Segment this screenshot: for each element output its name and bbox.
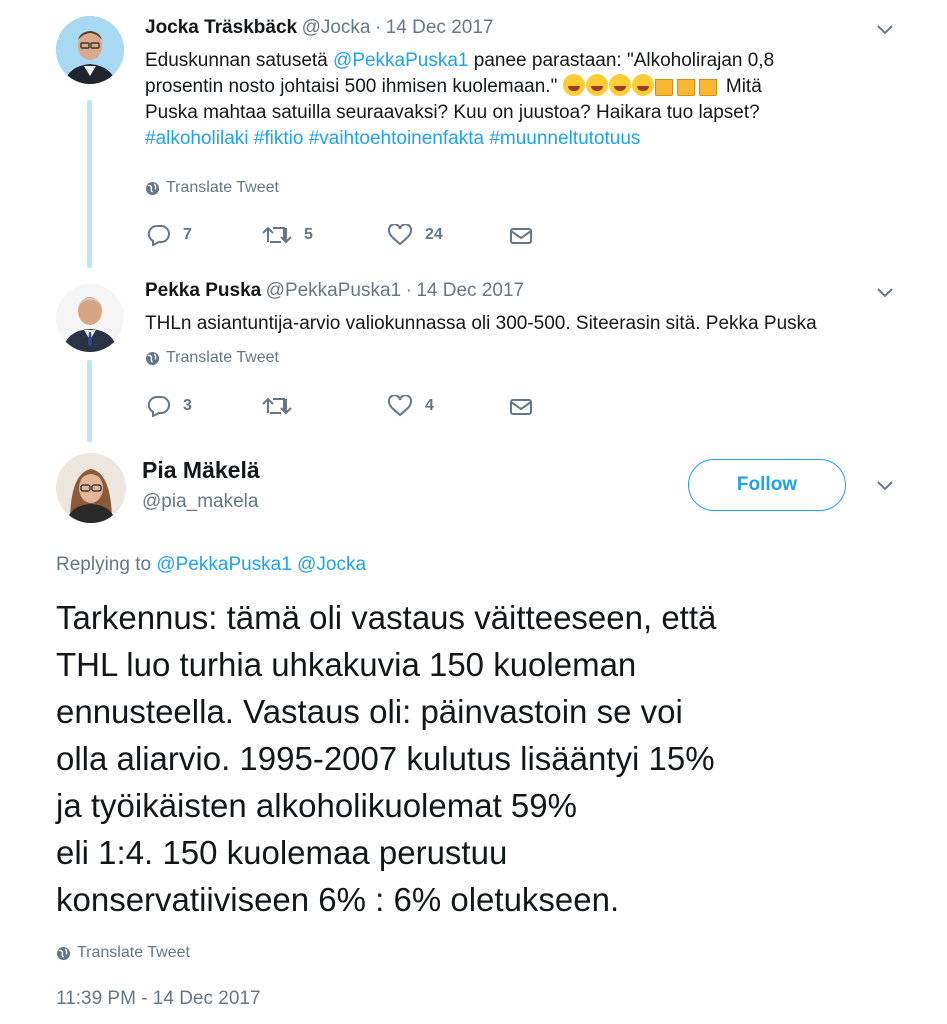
reply-count: 7: [183, 226, 192, 243]
reply-icon: [147, 395, 170, 417]
follow-button[interactable]: Follow: [688, 459, 846, 511]
avatar-jocka[interactable]: [56, 16, 124, 84]
reply-count: 3: [183, 397, 192, 414]
translate-tweet-link[interactable]: Translate Tweet: [145, 349, 279, 367]
author-name[interactable]: Pekka Puska: [145, 280, 261, 301]
main-author-handle[interactable]: @pia_makela: [142, 491, 258, 513]
replying-to-link[interactable]: @PekkaPuska1: [156, 554, 291, 575]
main-author-name[interactable]: Pia Mäkelä: [142, 457, 260, 484]
replying-to-label: Replying to: [56, 554, 152, 575]
replying-to: Replying to @PekkaPuska1 @Jocka: [56, 554, 366, 576]
globe-icon: [56, 946, 71, 960]
replying-to-link[interactable]: @Jocka: [297, 554, 366, 575]
author-handle[interactable]: @PekkaPuska1: [266, 280, 401, 301]
retweet-icon: [262, 397, 292, 415]
beer-emoji-icon: [654, 74, 721, 97]
translate-label: Translate Tweet: [166, 349, 279, 366]
envelope-icon[interactable]: [509, 226, 533, 246]
hashtag-links[interactable]: #alkoholilaki #fiktio #vaihtoehtoinenfak…: [145, 126, 905, 152]
reply-icon: [147, 224, 170, 246]
translate-label: Translate Tweet: [166, 179, 279, 196]
tweet-text-part: Puska mahtaa satuilla seuraavaksi? Kuu o…: [145, 102, 760, 123]
globe-icon: [145, 181, 160, 195]
thread-line-2: [87, 360, 92, 442]
envelope-icon[interactable]: [509, 397, 533, 417]
tweet-text-part: panee parastaan: "Alkoholirajan 0,8: [468, 50, 775, 71]
retweet-button[interactable]: [262, 395, 304, 417]
tweet-date[interactable]: 14 Dec 2017: [416, 280, 524, 301]
reply-button[interactable]: 7: [147, 224, 192, 246]
main-text-line: olla aliarvio. 1995-2007 kulutus lisäänt…: [56, 740, 715, 777]
main-text-line: eli 1:4. 150 kuolemaa perustuu: [56, 834, 508, 871]
heart-icon: [387, 224, 413, 246]
retweet-icon: [262, 226, 292, 244]
retweet-button[interactable]: 5: [262, 224, 313, 246]
main-text-line: Tarkennus: tämä oli vastaus väitteeseen,…: [56, 599, 717, 636]
translate-label: Translate Tweet: [77, 944, 190, 961]
main-tweet-text: Tarkennus: tämä oli vastaus väitteeseen,…: [56, 594, 936, 923]
chevron-down-icon[interactable]: [876, 480, 894, 492]
date-separator: ·: [374, 17, 382, 38]
reply-button[interactable]: 3: [147, 395, 192, 417]
avatar-pia[interactable]: [56, 453, 126, 523]
author-name[interactable]: Jocka Träskbäck: [145, 17, 297, 38]
retweet-count: 5: [304, 226, 313, 243]
chevron-down-icon[interactable]: [876, 287, 894, 299]
globe-icon: [145, 351, 160, 365]
thread-line-1: [87, 100, 92, 268]
avatar-pekka[interactable]: [56, 284, 124, 352]
like-button[interactable]: 4: [387, 395, 434, 417]
like-button[interactable]: 24: [387, 224, 443, 246]
tweet-text-part: Eduskunnan satusetä: [145, 50, 334, 71]
author-handle[interactable]: @Jocka: [302, 17, 371, 38]
heart-icon: [387, 395, 413, 417]
tweet-text: Eduskunnan satusetä @PekkaPuska1 panee p…: [145, 48, 905, 152]
laughing-emoji-icon: [562, 74, 655, 97]
chevron-down-icon[interactable]: [876, 24, 894, 36]
date-separator: ·: [405, 280, 412, 301]
main-text-line: konservatiiviseen 6% : 6% oletukseen.: [56, 881, 620, 918]
translate-tweet-link[interactable]: Translate Tweet: [56, 944, 190, 962]
main-text-line: ja työikäisten alkoholikuolemat 59%: [56, 787, 577, 824]
main-text-line: THL luo turhia uhkakuvia 150 kuoleman: [56, 646, 637, 683]
tweet-text-part: prosentin nosto johtaisi 500 ihmisen kuo…: [145, 76, 563, 97]
main-text-line: ennusteella. Vastaus oli: päinvastoin se…: [56, 693, 683, 730]
like-count: 4: [425, 397, 434, 414]
like-count: 24: [425, 226, 443, 243]
tweet-text-part: Mitä: [720, 76, 762, 97]
tweet-timestamp[interactable]: 11:39 PM - 14 Dec 2017: [56, 988, 261, 1010]
tweet-text: THLn asiantuntija-arvio valiokunnassa ol…: [145, 313, 817, 334]
mention-link[interactable]: @PekkaPuska1: [333, 50, 468, 71]
translate-tweet-link[interactable]: Translate Tweet: [145, 179, 279, 197]
tweet-date[interactable]: 14 Dec 2017: [386, 17, 494, 38]
